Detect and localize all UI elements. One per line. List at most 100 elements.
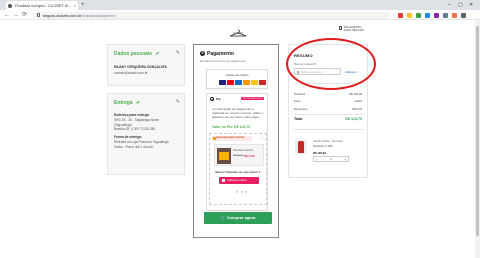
shipping-method-line-2: Grátis - Prazo: até 1 dia útil [114,144,153,149]
buy-now-button[interactable]: 🛒 Comprar agora [204,212,272,224]
maximize-button[interactable]: ▢ [458,0,463,10]
edit-delivery-icon[interactable]: ✎ [176,99,180,105]
quantity-increase-button[interactable]: + [344,157,346,162]
browser-tab-strip: Finalizar compra - CLOSET B... × + – ▢ ✕ [0,0,480,10]
extension-icon[interactable] [452,13,457,18]
offer-product-name: Chemise Gueri M [233,149,253,152]
extension-icon[interactable] [416,13,421,18]
minimize-button[interactable]: – [448,0,451,10]
step-number: 3 [200,51,205,57]
url-path: /checkout/payment [81,12,115,18]
delivery-panel: Entrega ✔ ✎ Endereço para entrega: SHG 2… [107,93,185,175]
tab-close-icon[interactable]: × [74,1,76,10]
summary-divider [294,114,364,115]
offer-product-old-price: R$ 99,90 [233,154,244,157]
credit-card-option[interactable]: Cartão de crédito [206,69,268,103]
offer-gift-icon [213,137,216,140]
card-brand-icon [219,80,226,85]
check-icon: ✔ [136,100,141,106]
offer-product-card: Chemise Gueri M R$ 99,90 R$ 0,90 [214,144,264,166]
add-offer-button[interactable]: Adicionar oferta [219,177,259,184]
url-domain: seguro.closetr.com.br [43,12,82,18]
forward-button[interactable]: → [13,10,19,20]
pix-radio[interactable] [210,97,214,101]
carousel-dots[interactable]: ● ● ● [236,189,248,194]
favicon-icon [8,3,12,8]
customer-name: RAIANY CERQUEIRA GONÇALVES [114,65,167,69]
personal-data-title-text: Dados pessoais [114,51,153,57]
pix-discount-badge: 5% DE DESCONTO [241,97,264,100]
secure-payment-badge: PAGAMENTO 100% SEGURO [339,25,374,33]
add-offer-label: Adicionar oferta [227,178,247,182]
cart-item-name: Vestido Vitória - Vermelho [313,140,343,143]
offer-product-image [217,148,231,164]
offer-checkbox-icon [221,178,225,182]
quantity-decrease-button[interactable]: – [316,157,318,162]
offer-message-text: Nosso Chemise no seu carro! [215,170,258,174]
shipping-method-line-1: Retirada na Loja Física em Taguatinga [114,140,169,144]
cart-item-price: R$ 129,90 [313,151,326,155]
extension-icon[interactable] [461,13,466,18]
reload-button[interactable]: ⟳ [22,10,27,20]
payment-subtitle: Escolha uma forma de pagamento [200,59,246,63]
edit-personal-data-icon[interactable]: ✎ [176,50,180,56]
total-label: Total [294,117,303,121]
page-scrollbar[interactable] [475,20,480,258]
secure-lock-icon [339,26,342,30]
summary-divider [294,129,364,130]
address-label: Endereço para entrega: [114,113,150,117]
scrollbar-thumb[interactable] [476,26,479,236]
offer-header-text: APROVEITE ESTA OFERTA [216,137,245,139]
payment-title: 3 Pagamento [200,51,234,57]
close-window-button[interactable]: ✕ [469,0,473,10]
cart-item-size: Tamanho: G (38) [313,145,333,148]
offer-header: APROVEITE ESTA OFERTA [212,136,252,141]
browser-tab[interactable]: Finalizar compra - CLOSET B... × [6,1,78,10]
card-brand-flags [219,80,267,103]
pix-option[interactable]: Pix 5% DE DESCONTO A confirmação do paga… [206,93,268,211]
card-brand-icon [251,80,258,85]
credit-card-title: Cartão de crédito [225,73,249,77]
extension-icon[interactable] [434,13,439,18]
personal-data-title: Dados pessoais ✔ [114,51,160,57]
address-line-1: SHG 26 - 28 - Taguatinga Norte [114,118,159,122]
offer-product-new-price: R$ 0,90 [244,153,255,158]
address-bar[interactable]: seguro.closetr.com.br/checkout/payment [34,11,390,19]
secure-line-2: 100% SEGURO [344,28,365,33]
back-button[interactable]: ← [4,10,10,20]
payment-panel: 3 Pagamento Escolha uma forma de pagament… [193,44,279,238]
heart-icon: ♥ [258,170,261,174]
dress-image [298,141,304,153]
address-line-3: Brasília-DF | CEP 72130-280 [114,127,156,131]
store-logo[interactable]: CLOSET [228,24,248,37]
delivery-title-text: Entrega [114,100,133,106]
new-tab-button[interactable]: + [81,0,85,10]
card-brand-icon [243,80,250,85]
radio-selected-dot [211,98,214,101]
pix-value: Valor no Pix: R$ 124,70 [212,125,251,129]
tab-title: Finalizar compra - CLOSET B... [15,3,72,8]
delivery-title: Entrega ✔ [114,100,140,106]
card-brand-icon [227,80,234,85]
extension-icon[interactable] [443,13,448,18]
extension-icon[interactable] [407,13,412,18]
customer-email: contato@closetr.com.br [114,71,148,75]
card-brand-icon [235,80,242,85]
quantity-value: 1 [330,157,332,161]
extension-icon[interactable] [398,13,403,18]
browser-toolbar: ← → ⟳ seguro.closetr.com.br/checkout/pay… [0,10,480,20]
payment-title-text: Pagamento [207,51,234,57]
cart-item-image [295,140,307,154]
address-line-2: (Taguatinga) [114,122,132,127]
extension-icon[interactable] [425,13,430,18]
discount-value: R$ 5,20 [352,107,362,111]
logo-text: CLOSET [232,32,243,35]
highlight-annotation [286,38,376,90]
offer-message: Nosso Chemise no seu carro! ♥ [210,170,266,174]
lock-icon [37,13,40,17]
pix-description: A confirmação do pagamento é realizada e… [212,107,264,119]
quantity-stepper: 1 – + [313,156,349,162]
product-image-detail [219,152,229,160]
offer-close-icon[interactable]: × [261,136,263,140]
products-label: Produtos [294,92,306,96]
